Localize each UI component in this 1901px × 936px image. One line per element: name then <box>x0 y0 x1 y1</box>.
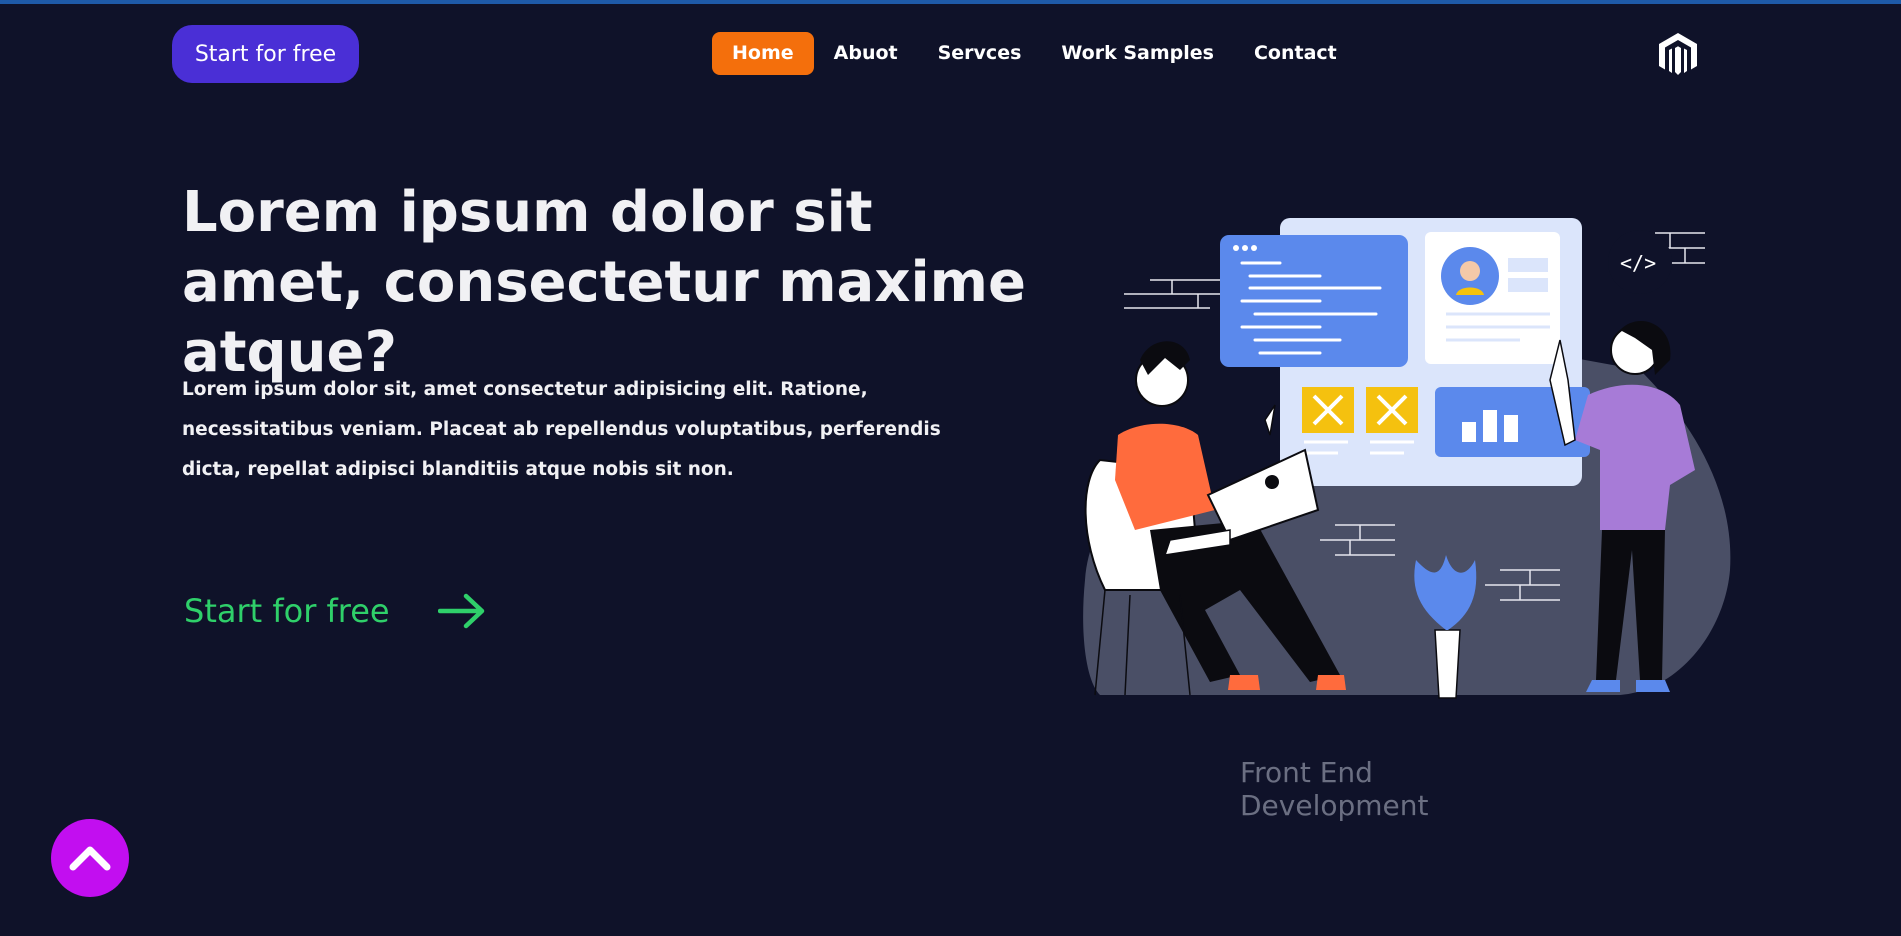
nav-contact[interactable]: Contact <box>1234 32 1357 75</box>
hero-illustration: </> <box>1083 218 1731 699</box>
nav-about[interactable]: Abuot <box>814 32 918 75</box>
arrow-right-icon <box>437 593 484 629</box>
magento-logo-icon[interactable] <box>1656 31 1700 77</box>
nav-work-samples[interactable]: Work Samples <box>1041 32 1234 75</box>
nav-home[interactable]: Home <box>712 32 814 75</box>
window-top-border <box>0 0 1901 4</box>
nav-services[interactable]: Servces <box>918 32 1042 75</box>
scroll-to-top-button[interactable] <box>51 819 129 897</box>
hero-title: Lorem ipsum dolor sit amet, consectetur … <box>182 180 1026 385</box>
illustration-caption: Front End Development <box>1240 756 1429 822</box>
start-for-free-button[interactable]: Start for free <box>172 25 359 83</box>
main-nav: Home Abuot Servces Work Samples Contact <box>712 32 1357 75</box>
hero-description: Lorem ipsum dolor sit, amet consectetur … <box>182 379 941 480</box>
code-bubble-text: </> <box>1620 251 1656 275</box>
start-for-free-link-label: Start for free <box>184 592 390 630</box>
start-for-free-link[interactable]: Start for free <box>184 586 486 636</box>
chevron-up-icon <box>69 846 111 871</box>
